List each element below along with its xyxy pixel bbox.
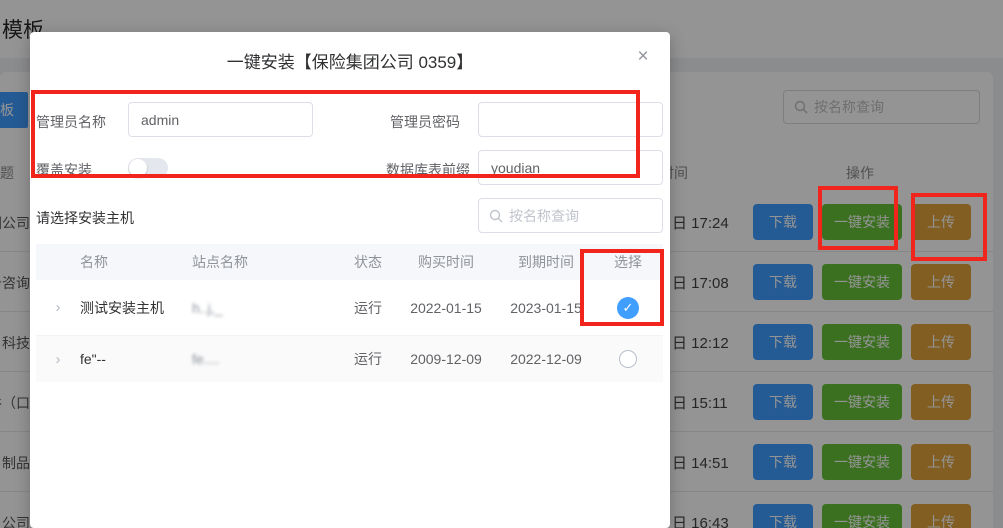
col-site: 站点名称 [192, 252, 340, 272]
db-prefix-input[interactable]: youdian_ [478, 150, 663, 185]
install-dialog: 一键安装【保险集团公司 0359】 × 管理员名称 admin 管理员密码 覆盖… [30, 32, 670, 528]
host-name: 测试安装主机 [80, 298, 192, 318]
chevron-right-icon[interactable]: › [36, 351, 80, 368]
screen: 模板 模板 按名称查询 题 时间 操作 团公司 日 17:24 下载 一键安装 … [0, 0, 1003, 528]
host-status: 运行 [340, 298, 396, 318]
host-status: 运行 [340, 349, 396, 369]
admin-name-input[interactable]: admin [128, 102, 313, 137]
dialog-title: 一键安装【保险集团公司 0359】 [30, 48, 670, 73]
host-table: 名称 站点名称 状态 购买时间 到期时间 选择 › 测试安装主机 h..j,_ … [36, 244, 663, 382]
col-buy: 购买时间 [396, 252, 496, 272]
col-status: 状态 [340, 252, 396, 272]
host-expire-date: 2023-01-15 [496, 300, 596, 316]
admin-name-value: admin [141, 112, 179, 128]
overwrite-toggle[interactable] [128, 158, 168, 178]
admin-password-label: 管理员密码 [390, 112, 460, 132]
host-radio-unselected[interactable] [619, 350, 637, 368]
col-expire: 到期时间 [496, 252, 596, 272]
host-row[interactable]: › fe"-- fe.... 运行 2009-12-09 2022-12-09 [36, 336, 663, 382]
col-select: 选择 [596, 252, 660, 272]
admin-password-input[interactable] [478, 102, 663, 137]
host-table-header: 名称 站点名称 状态 购买时间 到期时间 选择 [36, 244, 663, 280]
check-icon: ✓ [623, 300, 634, 316]
db-prefix-value: youdian_ [491, 160, 548, 176]
host-buy-date: 2022-01-15 [396, 300, 496, 316]
host-expire-date: 2022-12-09 [496, 351, 596, 367]
db-prefix-label: 数据库表前缀 [386, 160, 470, 180]
host-radio-selected[interactable]: ✓ [617, 297, 639, 319]
host-name: fe"-- [80, 351, 192, 367]
overwrite-install-label: 覆盖安装 [36, 160, 92, 180]
host-row[interactable]: › 测试安装主机 h..j,_ 运行 2022-01-15 2023-01-15… [36, 280, 663, 336]
host-section-title: 请选择安装主机 [36, 208, 134, 228]
col-name: 名称 [80, 252, 192, 272]
close-icon[interactable]: × [632, 46, 654, 68]
toggle-knob [129, 159, 147, 177]
admin-name-label: 管理员名称 [36, 112, 106, 132]
host-search-placeholder: 按名称查询 [509, 206, 579, 226]
chevron-right-icon[interactable]: › [36, 299, 80, 316]
search-icon [489, 209, 503, 223]
host-search-input[interactable]: 按名称查询 [478, 198, 663, 233]
host-site: h..j,_ [192, 300, 340, 316]
host-buy-date: 2009-12-09 [396, 351, 496, 367]
host-site: fe.... [192, 351, 340, 367]
